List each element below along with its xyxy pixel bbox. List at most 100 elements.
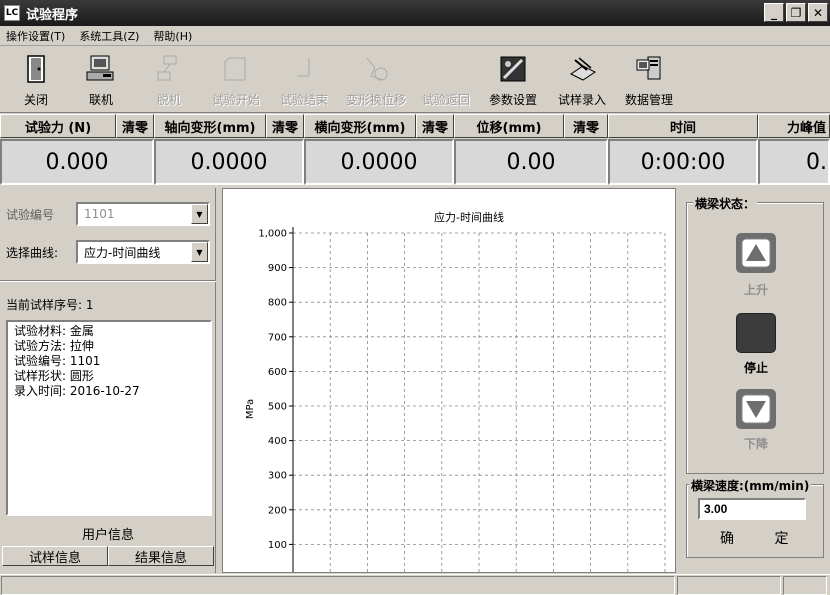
beam-up-button[interactable] <box>736 233 776 273</box>
current-sample-label: 当前试样序号: 1 <box>6 298 94 312</box>
displacement-header: 位移(mm) <box>454 114 564 138</box>
disconnect-button[interactable]: 脱机 <box>136 47 202 111</box>
readout-headers: 试验力 (N) 清零 轴向变形(mm) 清零 横向变形(mm) 清零 位移(mm… <box>0 114 830 138</box>
curve-value: 应力-时间曲线 <box>84 245 161 260</box>
curve-select[interactable]: 应力-时间曲线 ▼ <box>76 240 210 264</box>
confirm-button[interactable]: 确 定 <box>720 528 806 548</box>
return-icon <box>430 53 462 85</box>
y-tick-label: 600 <box>268 367 287 378</box>
tab-sample-info[interactable]: 试样信息 <box>2 546 108 566</box>
displacement-value: 0.00 <box>454 139 608 185</box>
chevron-down-icon[interactable]: ▼ <box>191 204 208 224</box>
user-info-label: 用户信息 <box>81 528 134 543</box>
force-peak-value: 0.0 <box>758 139 830 185</box>
up-label: 上升 <box>743 283 768 297</box>
beam-down-button[interactable] <box>736 389 776 429</box>
y-axis-label: MPa <box>245 399 256 419</box>
force-zero-button[interactable]: 清零 <box>116 114 154 138</box>
axial-zero-button[interactable]: 清零 <box>266 114 304 138</box>
lateral-zero-button[interactable]: 清零 <box>416 114 454 138</box>
network-icon <box>153 53 185 85</box>
arrow-up-icon <box>741 238 771 268</box>
y-tick-label: 200 <box>268 505 287 516</box>
y-tick-label: 100 <box>268 540 287 551</box>
maximize-button[interactable]: ❐ <box>786 3 806 22</box>
axial-deform-header: 轴向变形(mm) <box>154 114 266 138</box>
info-line: 试验方法: 拉伸 <box>14 339 94 353</box>
entry-icon <box>566 53 598 85</box>
time-header: 时间 <box>608 114 758 138</box>
chart-area: 应力-时间曲线 MPa 100 200 300 400 500 600 700 800 900 1,0… <box>222 188 676 573</box>
door-icon <box>20 53 52 85</box>
beam-status-title: 横梁状态： <box>693 195 758 212</box>
y-tick-label: 500 <box>268 402 287 413</box>
y-tick-label: 700 <box>268 332 287 343</box>
test-return-button[interactable]: 试验返回 <box>414 47 478 111</box>
menu-help[interactable]: 帮助(H) <box>147 28 200 44</box>
menu-bar: 操作设置(T) 系统工具(Z) 帮助(H) <box>0 26 830 46</box>
beam-speed-title: 横梁速度:(mm/min) <box>689 477 812 494</box>
close-button[interactable]: 关闭 <box>6 47 66 111</box>
toolbar: 关闭 联机 脱机 试验开始 试验结束 变形换位移 试验返回 参数设置 试样录入 … <box>0 47 830 113</box>
y-tick-label: 900 <box>268 263 287 274</box>
menu-operation-settings[interactable]: 操作设置(T) <box>0 28 73 44</box>
status-bar <box>0 574 830 595</box>
settings-icon <box>497 53 529 85</box>
stress-time-chart: 应力-时间曲线 MPa 100 200 300 400 500 600 700 800 900 1,0… <box>245 210 666 572</box>
status-segment <box>1 576 675 595</box>
switch-icon <box>360 53 392 85</box>
minimize-button[interactable]: _ <box>764 3 784 22</box>
close-window-button[interactable]: ✕ <box>808 3 828 22</box>
info-line: 试验编号: 1101 <box>14 354 101 368</box>
displacement-zero-button[interactable]: 清零 <box>564 114 608 138</box>
window-title: 试验程序 <box>26 7 79 23</box>
time-value: 0:00:00 <box>608 139 758 185</box>
computer-icon <box>85 53 117 85</box>
parameter-settings-button[interactable]: 参数设置 <box>478 47 548 111</box>
beam-status-group: 横梁状态： 上升 停止 下降 <box>686 195 824 474</box>
chevron-down-icon[interactable]: ▼ <box>191 242 208 262</box>
test-start-button[interactable]: 试验开始 <box>202 47 270 111</box>
beam-speed-input[interactable] <box>698 498 806 520</box>
info-line: 录入时间: 2016-10-27 <box>14 384 140 398</box>
y-tick-label: 400 <box>268 436 287 447</box>
data-management-button[interactable]: 数据管理 <box>616 47 682 111</box>
menu-system-tools[interactable]: 系统工具(Z) <box>73 28 147 44</box>
left-panel: 试验编号 1101 ▼ 选择曲线: 应力-时间曲线 ▼ 当前试样序号: 1 试验… <box>0 188 216 573</box>
start-icon <box>220 53 252 85</box>
force-header: 试验力 (N) <box>0 114 116 138</box>
right-panel: 横梁状态： 上升 停止 下降 横梁速度:(mm/min) 确 定 <box>680 188 830 573</box>
y-tick-label: 300 <box>268 471 287 482</box>
sample-info-box: 试验材料: 金属 试验方法: 拉伸 试验编号: 1101 试样形状: 圆形 录入… <box>6 320 212 516</box>
force-value: 0.000 <box>0 139 154 185</box>
status-segment <box>677 576 781 595</box>
y-tick-label: 1,000 <box>258 229 287 240</box>
test-end-button[interactable]: 试验结束 <box>270 47 338 111</box>
test-no-value: 1101 <box>84 207 115 221</box>
chart-title: 应力-时间曲线 <box>434 210 504 224</box>
end-icon <box>288 53 320 85</box>
force-peak-header: 力峰值 <box>758 114 830 138</box>
curve-label: 选择曲线: <box>6 245 59 260</box>
lateral-deform-header: 横向变形(mm) <box>304 114 416 138</box>
down-label: 下降 <box>743 437 768 451</box>
beam-stop-button[interactable] <box>736 313 776 353</box>
deform-switch-button[interactable]: 变形换位移 <box>338 47 414 111</box>
info-line: 试样形状: 圆形 <box>14 369 94 383</box>
info-line: 试验材料: 金属 <box>14 324 94 338</box>
data-icon <box>633 53 665 85</box>
lateral-deform-value: 0.0000 <box>304 139 454 185</box>
test-no-combo[interactable]: 1101 ▼ <box>76 202 210 226</box>
app-icon: LC <box>4 5 20 21</box>
divider <box>0 280 216 282</box>
axial-deform-value: 0.0000 <box>154 139 304 185</box>
readout-values: 0.000 0.0000 0.0000 0.00 0:00:00 0.0 <box>0 139 830 185</box>
connect-button[interactable]: 联机 <box>66 47 136 111</box>
title-bar: LC 试验程序 _ ❐ ✕ <box>0 0 830 26</box>
test-no-label: 试验编号 <box>6 207 55 222</box>
status-segment <box>783 576 827 595</box>
sample-entry-button[interactable]: 试样录入 <box>548 47 616 111</box>
info-tabs: 试样信息 结果信息 <box>2 546 214 566</box>
tab-result-info[interactable]: 结果信息 <box>108 546 214 566</box>
stop-label: 停止 <box>743 361 768 375</box>
